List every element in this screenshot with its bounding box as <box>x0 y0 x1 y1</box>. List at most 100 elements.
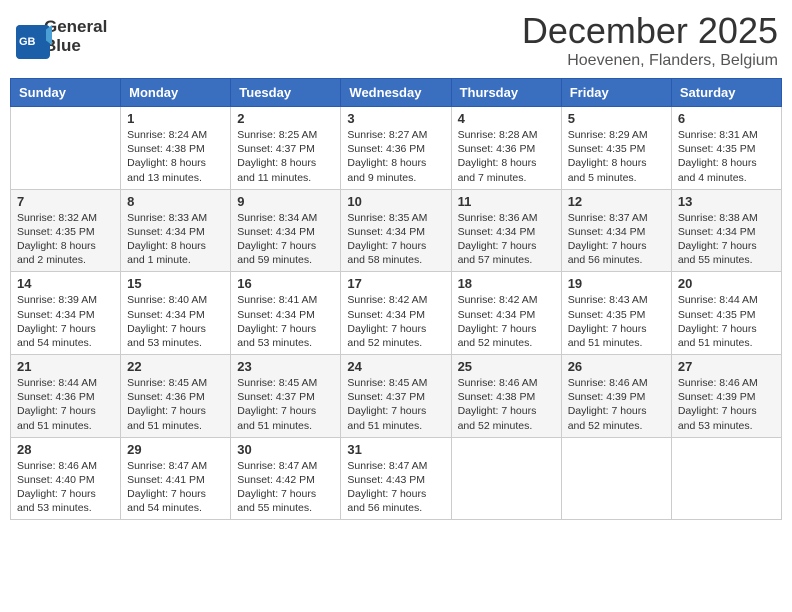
cell-day-number: 19 <box>568 276 665 291</box>
cell-day-number: 11 <box>458 194 555 209</box>
calendar-table: SundayMondayTuesdayWednesdayThursdayFrid… <box>10 78 782 520</box>
calendar-cell: 31 Sunrise: 8:47 AMSunset: 4:43 PMDayligh… <box>341 437 451 520</box>
location-title: Hoevenen, Flanders, Belgium <box>522 52 778 70</box>
cell-info: Sunrise: 8:45 AMSunset: 4:37 PMDaylight:… <box>237 376 334 433</box>
calendar-cell: 5 Sunrise: 8:29 AMSunset: 4:35 PMDaylight… <box>561 107 671 190</box>
cell-info: Sunrise: 8:25 AMSunset: 4:37 PMDaylight:… <box>237 128 334 185</box>
cell-day-number: 30 <box>237 442 334 457</box>
calendar-cell: 24Sunrise: 8:45 AMSunset: 4:37 PMDayligh… <box>341 355 451 438</box>
cell-info: Sunrise: 8:41 AMSunset: 4:34 PMDaylight:… <box>237 293 334 350</box>
calendar-cell: 12 Sunrise: 8:37 AMSunset: 4:34 PMDayligh… <box>561 189 671 272</box>
header-day-sunday: Sunday <box>11 79 121 107</box>
cell-info: Sunrise: 8:24 AMSunset: 4:38 PMDaylight:… <box>127 128 224 185</box>
cell-info: Sunrise: 8:47 AMSunset: 4:43 PMDaylight:… <box>347 459 444 516</box>
cell-info: Sunrise: 8:33 AMSunset: 4:34 PMDaylight:… <box>127 211 224 268</box>
cell-info: Sunrise: 8:47 AMSunset: 4:41 PMDaylight:… <box>127 459 224 516</box>
cell-day-number: 17 <box>347 276 444 291</box>
calendar-cell: 11 Sunrise: 8:36 AMSunset: 4:34 PMDayligh… <box>451 189 561 272</box>
calendar-cell: 10 Sunrise: 8:35 AMSunset: 4:34 PMDayligh… <box>341 189 451 272</box>
cell-day-number: 27 <box>678 359 775 374</box>
cell-day-number: 15 <box>127 276 224 291</box>
calendar-week-4: 21 Sunrise: 8:44 AMSunset: 4:36 PMDayligh… <box>11 355 782 438</box>
calendar-week-5: 28 Sunrise: 8:46 AMSunset: 4:40 PMDayligh… <box>11 437 782 520</box>
calendar-cell: 20Sunrise: 8:44 AMSunset: 4:35 PMDayligh… <box>671 272 781 355</box>
calendar-cell: 14 Sunrise: 8:39 AMSunset: 4:34 PMDayligh… <box>11 272 121 355</box>
calendar-cell: 6 Sunrise: 8:31 AMSunset: 4:35 PMDaylight… <box>671 107 781 190</box>
cell-info: Sunrise: 8:42 AMSunset: 4:34 PMDaylight:… <box>458 293 555 350</box>
cell-info: Sunrise: 8:45 AMSunset: 4:37 PMDaylight:… <box>347 376 444 433</box>
cell-day-number: 18 <box>458 276 555 291</box>
cell-info: Sunrise: 8:31 AMSunset: 4:35 PMDaylight:… <box>678 128 775 185</box>
logo-icon: GB <box>14 23 42 51</box>
cell-info: Sunrise: 8:46 AMSunset: 4:39 PMDaylight:… <box>568 376 665 433</box>
cell-day-number: 1 <box>127 111 224 126</box>
cell-day-number: 4 <box>458 111 555 126</box>
cell-info: Sunrise: 8:42 AMSunset: 4:34 PMDaylight:… <box>347 293 444 350</box>
cell-info: Sunrise: 8:39 AMSunset: 4:34 PMDaylight:… <box>17 293 114 350</box>
cell-day-number: 5 <box>568 111 665 126</box>
calendar-header-row: SundayMondayTuesdayWednesdayThursdayFrid… <box>11 79 782 107</box>
cell-info: Sunrise: 8:36 AMSunset: 4:34 PMDaylight:… <box>458 211 555 268</box>
calendar-cell: 25Sunrise: 8:46 AMSunset: 4:38 PMDayligh… <box>451 355 561 438</box>
cell-day-number: 13 <box>678 194 775 209</box>
cell-info: Sunrise: 8:29 AMSunset: 4:35 PMDaylight:… <box>568 128 665 185</box>
cell-day-number: 29 <box>127 442 224 457</box>
header: GB General Blue December 2025 Hoevenen, … <box>10 10 782 70</box>
cell-info: Sunrise: 8:46 AMSunset: 4:38 PMDaylight:… <box>458 376 555 433</box>
calendar-cell: 23 Sunrise: 8:45 AMSunset: 4:37 PMDayligh… <box>231 355 341 438</box>
calendar-cell <box>451 437 561 520</box>
cell-info: Sunrise: 8:47 AMSunset: 4:42 PMDaylight:… <box>237 459 334 516</box>
cell-day-number: 20 <box>678 276 775 291</box>
calendar-cell: 16Sunrise: 8:41 AMSunset: 4:34 PMDayligh… <box>231 272 341 355</box>
cell-day-number: 3 <box>347 111 444 126</box>
cell-info: Sunrise: 8:46 AMSunset: 4:39 PMDaylight:… <box>678 376 775 433</box>
cell-info: Sunrise: 8:43 AMSunset: 4:35 PMDaylight:… <box>568 293 665 350</box>
calendar-cell: 1 Sunrise: 8:24 AMSunset: 4:38 PMDaylight… <box>121 107 231 190</box>
header-day-thursday: Thursday <box>451 79 561 107</box>
calendar-cell: 3Sunrise: 8:27 AMSunset: 4:36 PMDaylight… <box>341 107 451 190</box>
calendar-cell: 22 Sunrise: 8:45 AMSunset: 4:36 PMDayligh… <box>121 355 231 438</box>
cell-day-number: 28 <box>17 442 114 457</box>
cell-day-number: 14 <box>17 276 114 291</box>
calendar-cell <box>671 437 781 520</box>
cell-day-number: 31 <box>347 442 444 457</box>
cell-info: Sunrise: 8:46 AMSunset: 4:40 PMDaylight:… <box>17 459 114 516</box>
cell-info: Sunrise: 8:44 AMSunset: 4:36 PMDaylight:… <box>17 376 114 433</box>
cell-info: Sunrise: 8:37 AMSunset: 4:34 PMDaylight:… <box>568 211 665 268</box>
cell-info: Sunrise: 8:38 AMSunset: 4:34 PMDaylight:… <box>678 211 775 268</box>
cell-day-number: 6 <box>678 111 775 126</box>
calendar-cell: 2Sunrise: 8:25 AMSunset: 4:37 PMDaylight… <box>231 107 341 190</box>
cell-day-number: 23 <box>237 359 334 374</box>
title-block: December 2025 Hoevenen, Flanders, Belgiu… <box>522 10 778 70</box>
cell-day-number: 10 <box>347 194 444 209</box>
calendar-week-3: 14 Sunrise: 8:39 AMSunset: 4:34 PMDayligh… <box>11 272 782 355</box>
cell-day-number: 8 <box>127 194 224 209</box>
calendar-body: 1 Sunrise: 8:24 AMSunset: 4:38 PMDaylight… <box>11 107 782 520</box>
calendar-cell: 30 Sunrise: 8:47 AMSunset: 4:42 PMDayligh… <box>231 437 341 520</box>
calendar-cell: 26 Sunrise: 8:46 AMSunset: 4:39 PMDayligh… <box>561 355 671 438</box>
calendar-cell: 27 Sunrise: 8:46 AMSunset: 4:39 PMDayligh… <box>671 355 781 438</box>
cell-day-number: 21 <box>17 359 114 374</box>
calendar-cell: 19 Sunrise: 8:43 AMSunset: 4:35 PMDayligh… <box>561 272 671 355</box>
calendar-cell: 18 Sunrise: 8:42 AMSunset: 4:34 PMDayligh… <box>451 272 561 355</box>
header-day-friday: Friday <box>561 79 671 107</box>
cell-day-number: 12 <box>568 194 665 209</box>
svg-text:GB: GB <box>19 36 36 48</box>
month-title: December 2025 <box>522 10 778 52</box>
header-day-wednesday: Wednesday <box>341 79 451 107</box>
logo: GB General Blue <box>14 18 107 55</box>
calendar-cell: 8 Sunrise: 8:33 AMSunset: 4:34 PMDaylight… <box>121 189 231 272</box>
cell-info: Sunrise: 8:40 AMSunset: 4:34 PMDaylight:… <box>127 293 224 350</box>
calendar-week-1: 1 Sunrise: 8:24 AMSunset: 4:38 PMDaylight… <box>11 107 782 190</box>
calendar-cell: 21 Sunrise: 8:44 AMSunset: 4:36 PMDayligh… <box>11 355 121 438</box>
calendar-cell: 7Sunrise: 8:32 AMSunset: 4:35 PMDaylight… <box>11 189 121 272</box>
calendar-cell: 28 Sunrise: 8:46 AMSunset: 4:40 PMDayligh… <box>11 437 121 520</box>
cell-day-number: 26 <box>568 359 665 374</box>
cell-info: Sunrise: 8:45 AMSunset: 4:36 PMDaylight:… <box>127 376 224 433</box>
cell-info: Sunrise: 8:35 AMSunset: 4:34 PMDaylight:… <box>347 211 444 268</box>
calendar-cell: 4Sunrise: 8:28 AMSunset: 4:36 PMDaylight… <box>451 107 561 190</box>
cell-day-number: 22 <box>127 359 224 374</box>
header-day-tuesday: Tuesday <box>231 79 341 107</box>
calendar-cell: 29 Sunrise: 8:47 AMSunset: 4:41 PMDayligh… <box>121 437 231 520</box>
calendar-week-2: 7Sunrise: 8:32 AMSunset: 4:35 PMDaylight… <box>11 189 782 272</box>
